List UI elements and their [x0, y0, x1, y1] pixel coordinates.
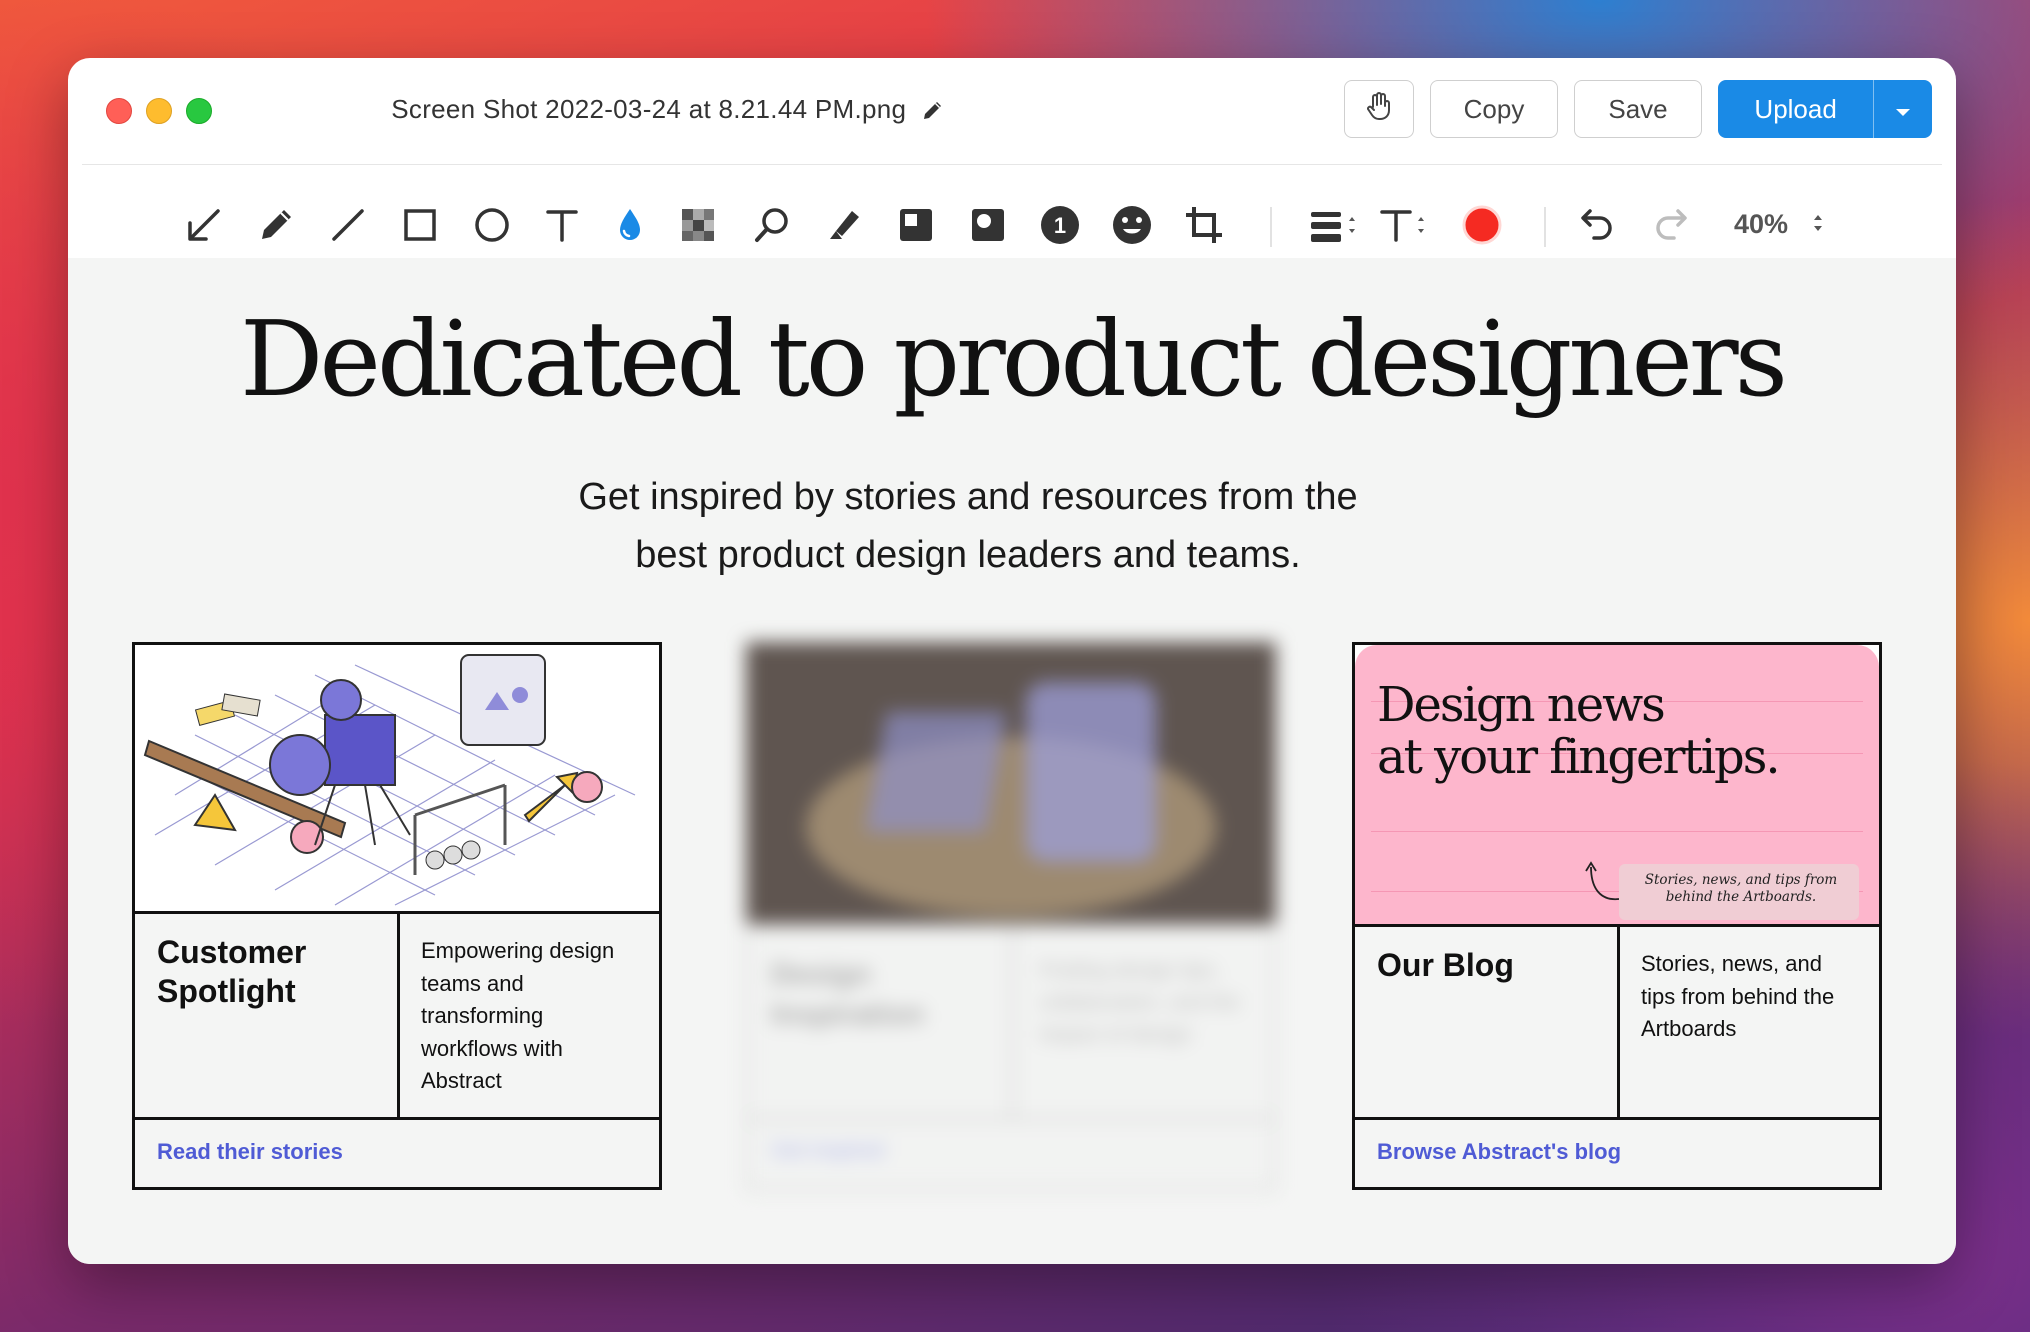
toolbar-separator [1270, 207, 1272, 247]
blurred-card-description: Finding design tips, collaboration, and … [1039, 959, 1240, 1046]
title-bar: Screen Shot 2022-03-24 at 8.21.44 PM.png… [68, 58, 1956, 164]
text-icon[interactable] [538, 201, 586, 249]
crop-icon[interactable] [1180, 201, 1228, 249]
blog-note-sticker: Stories, news, and tips from behind the … [1619, 864, 1859, 920]
highlighter-drop-icon[interactable] [606, 201, 654, 249]
screenshot-canvas[interactable]: Dedicated to product designers Get inspi… [68, 258, 1956, 1264]
emoji-icon[interactable] [1108, 201, 1156, 249]
subhead-line-1: Get inspired by stories and resources fr… [578, 476, 1358, 518]
copy-button[interactable]: Copy [1430, 80, 1558, 138]
blog-promo-image: Design news at your fingertips. Stories,… [1355, 645, 1879, 927]
blog-note-text: Stories, news, and tips from behind the … [1644, 872, 1838, 905]
pixelate-icon[interactable] [674, 201, 722, 249]
zoom-level[interactable]: 40% [1734, 209, 1788, 240]
rename-pencil-icon[interactable] [921, 98, 945, 127]
pencil-icon[interactable] [252, 201, 300, 249]
color-picker-icon[interactable] [1458, 201, 1506, 249]
spotlight-icon[interactable] [964, 201, 1012, 249]
marker-icon[interactable] [820, 201, 868, 249]
upload-options-dropdown[interactable] [1873, 80, 1932, 138]
redo-icon[interactable] [1646, 201, 1694, 249]
our-blog-card: Design news at your fingertips. Stories,… [1352, 642, 1882, 1190]
card-title: Customer Spotlight [157, 934, 307, 1009]
browse-blog-link[interactable]: Browse Abstract's blog [1377, 1139, 1621, 1165]
counter-value: 1 [1054, 213, 1066, 238]
save-button[interactable]: Save [1574, 80, 1702, 138]
blurred-illustration [746, 642, 1276, 924]
customer-spotlight-card: Customer Spotlight Empowering design tea… [132, 642, 662, 1190]
arrow-icon[interactable] [180, 201, 228, 249]
blog-image-title: Design news at your fingertips. [1377, 677, 1781, 785]
curved-arrow-icon [1585, 861, 1620, 901]
font-size-icon[interactable] [1376, 201, 1436, 249]
blog-image-title-line-2: at your fingertips. [1377, 729, 1781, 785]
card-divider [397, 911, 400, 1117]
ellipse-icon[interactable] [468, 201, 516, 249]
card-divider [1617, 924, 1620, 1117]
counter-icon[interactable]: 1 [1036, 201, 1084, 249]
subhead-line-2: best product design leaders and teams. [635, 534, 1301, 576]
card-body: Customer Spotlight Empowering design tea… [135, 911, 659, 1120]
page-headline: Dedicated to product designers [240, 298, 1788, 420]
window-title[interactable]: Screen Shot 2022-03-24 at 8.21.44 PM.png [391, 94, 906, 124]
blurred-card-title: Design Inspiration [771, 958, 925, 1031]
card-description: Stories, news, and tips from behind the … [1641, 951, 1835, 1041]
card-body: Our Blog Stories, news, and tips from be… [1355, 924, 1879, 1120]
upload-button[interactable]: Upload [1718, 80, 1873, 138]
page-subhead: Get inspired by stories and resources fr… [368, 468, 1568, 584]
app-window: Screen Shot 2022-03-24 at 8.21.44 PM.png… [68, 58, 1956, 1264]
upload-button-group: Upload [1718, 80, 1932, 138]
hand-icon [1365, 91, 1393, 128]
toolbar-separator [1544, 207, 1546, 247]
line-icon[interactable] [324, 201, 372, 249]
blurred-card-link: Get inspired [771, 1139, 885, 1162]
customer-spotlight-illustration [135, 645, 659, 914]
card-description: Empowering design teams and transforming… [421, 938, 615, 1093]
zoom-stepper-icon[interactable] [1810, 209, 1826, 242]
blog-image-title-line-1: Design news [1377, 677, 1666, 733]
card-title: Our Blog [1377, 947, 1514, 983]
drag-hand-button[interactable] [1344, 80, 1414, 138]
blurred-card-body: Design Inspiration Finding design tips, … [746, 924, 1276, 1190]
line-weight-icon[interactable] [1304, 201, 1364, 249]
window-title-container: Screen Shot 2022-03-24 at 8.21.44 PM.png [68, 94, 1268, 127]
filled-rectangle-icon[interactable] [892, 201, 940, 249]
rectangle-icon[interactable] [396, 201, 444, 249]
blurred-design-inspiration-card: Design Inspiration Finding design tips, … [746, 642, 1276, 1190]
magnifier-icon[interactable] [748, 201, 796, 249]
undo-icon[interactable] [1574, 201, 1622, 249]
chevron-down-icon [1895, 94, 1911, 125]
read-stories-link[interactable]: Read their stories [157, 1139, 343, 1165]
